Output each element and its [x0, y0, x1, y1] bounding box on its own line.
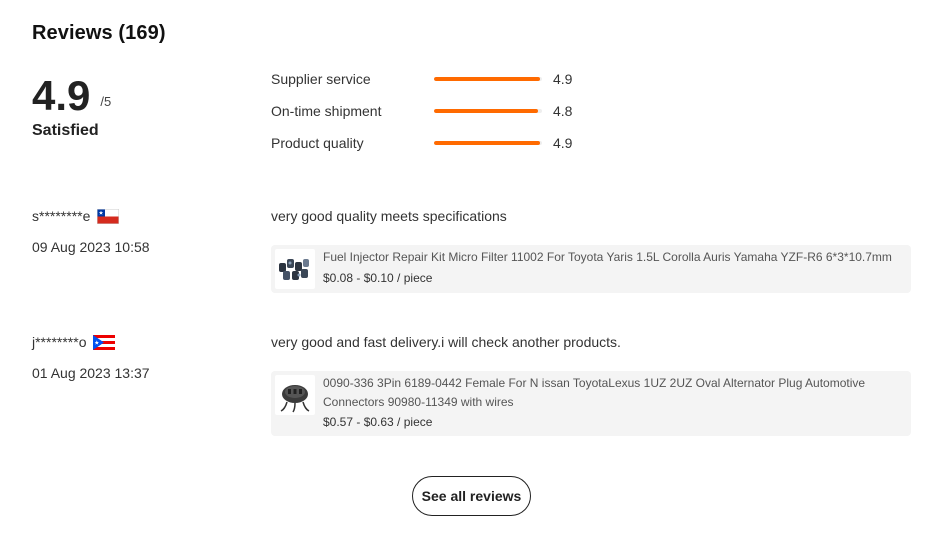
overall-score: 4.9 [32, 72, 91, 119]
metric-value: 4.8 [553, 103, 573, 119]
product-name[interactable]: Fuel Injector Repair Kit Micro Filter 11… [323, 248, 893, 267]
metric-label: Product quality [271, 135, 364, 151]
product-image-icon [280, 385, 310, 413]
connector-plug-thumbnail[interactable] [275, 375, 315, 415]
review-product-card[interactable]: Fuel Injector Repair Kit Micro Filter 11… [271, 245, 911, 293]
metric-bar [434, 141, 542, 145]
metric-value: 4.9 [553, 135, 573, 151]
metric-bar [434, 77, 542, 81]
review-comment: very good and fast delivery.i will check… [271, 334, 621, 350]
score-out-of: /5 [100, 94, 112, 109]
metric-row-supplier-service: Supplier service 4.9 [271, 70, 591, 102]
fuel-injector-filters-thumbnail[interactable] [275, 249, 315, 289]
metric-label: Supplier service [271, 71, 371, 87]
metric-label: On-time shipment [271, 103, 382, 119]
reviewer-name: j********o [32, 334, 87, 350]
reviewer: j********o [32, 333, 116, 351]
metric-bar-fill [434, 141, 540, 145]
product-price: $0.08 - $0.10 / piece [323, 271, 433, 285]
chile-flag-icon [97, 209, 120, 224]
reviews-title: Reviews (169) [32, 22, 166, 44]
product-price: $0.57 - $0.63 / piece [323, 415, 433, 429]
product-image-icon [279, 259, 309, 280]
review-date: 01 Aug 2023 13:37 [32, 365, 150, 381]
review-item: s********e 09 Aug 2023 10:58 very good q… [32, 207, 912, 297]
metric-row-product-quality: Product quality 4.9 [271, 134, 591, 166]
rating-verdict: Satisfied [32, 122, 99, 139]
review-comment: very good quality meets specifications [271, 208, 507, 224]
metric-row-on-time-shipment: On-time shipment 4.8 [271, 102, 591, 134]
see-all-reviews-button[interactable]: See all reviews [412, 476, 531, 516]
overall-rating: 4.9/5 Satisfied [32, 74, 111, 140]
product-name[interactable]: 0090-336 3Pin 6189-0442 Female For N iss… [323, 374, 893, 412]
puerto-rico-flag-icon [93, 335, 116, 350]
reviewer: s********e [32, 207, 120, 225]
metric-bar [434, 109, 542, 113]
metric-value: 4.9 [553, 71, 573, 87]
review-product-card[interactable]: 0090-336 3Pin 6189-0442 Female For N iss… [271, 371, 911, 436]
review-date: 09 Aug 2023 10:58 [32, 239, 150, 255]
rating-metrics: Supplier service 4.9 On-time shipment 4.… [271, 70, 591, 166]
review-item: j********o 01 Aug 2023 13:37 very good a… [32, 333, 912, 437]
metric-bar-fill [434, 77, 540, 81]
reviewer-name: s********e [32, 208, 91, 224]
metric-bar-fill [434, 109, 538, 113]
